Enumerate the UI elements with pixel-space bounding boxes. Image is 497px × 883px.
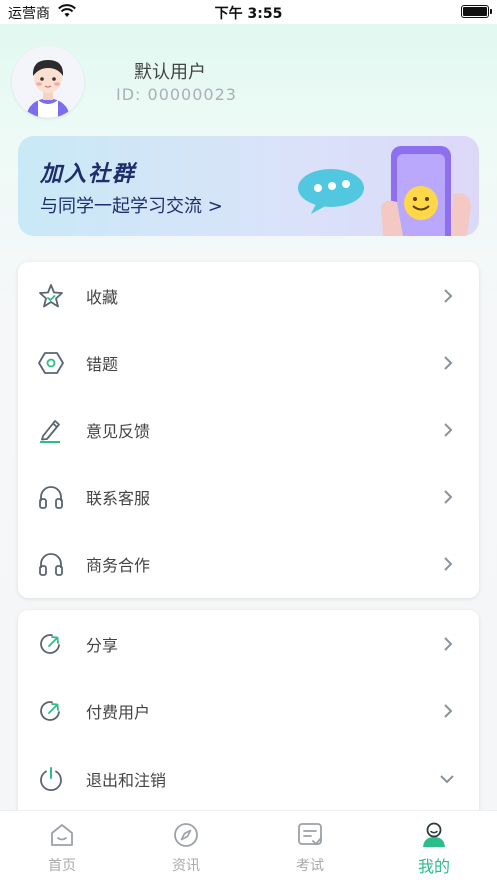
tab-bar: 首页 资讯 考试 我的 [0,810,497,883]
menu-item-label: 分享 [86,636,119,655]
chevron-right-icon [444,356,453,370]
menu-item-label: 意见反馈 [86,422,151,441]
menu-item-business[interactable]: 商务合作 [18,530,479,597]
menu-item-logout[interactable]: 退出和注销 [18,745,479,812]
tab-label: 资讯 [172,858,200,874]
menu-item-favorites[interactable]: 收藏 [18,262,479,329]
chevron-right-icon [444,289,453,303]
menu-item-label: 付费用户 [86,703,151,722]
chevron-right-icon [444,423,453,437]
tab-news[interactable]: 资讯 [124,811,248,883]
chevron-right-icon [444,704,453,718]
pencil-icon [40,420,60,443]
share-icon [40,634,60,654]
headphones-icon [39,486,63,509]
phone-chat-illustration-icon [298,146,471,236]
menu-item-share[interactable]: 分享 [18,610,479,677]
headphones-icon [39,553,63,576]
chevron-right-icon [444,490,453,504]
star-icon [39,284,63,308]
chevron-down-icon [440,775,454,784]
share-icon [40,701,60,721]
menu-card-primary: 收藏 错题 意见反馈 联系客服 商务合作 [18,262,479,598]
join-community-banner[interactable]: 加入社群 与同学一起学习交流 > [18,136,479,236]
tab-label: 我的 [417,857,450,876]
chevron-right-icon [444,637,453,651]
tab-label: 首页 [48,858,76,874]
menu-item-label: 退出和注销 [86,771,167,790]
menu-item-label: 收藏 [86,288,119,307]
menu-item-feedback[interactable]: 意见反馈 [18,396,479,463]
menu-item-paid-user[interactable]: 付费用户 [18,677,479,744]
chevron-right-icon [444,557,453,571]
avatar-illustration-icon [12,46,84,118]
clock: 下午 3:55 [214,6,283,22]
power-icon [40,767,62,792]
menu-card-secondary: 分享 付费用户 退出和注销 [18,610,479,820]
tab-home[interactable]: 首页 [0,811,124,883]
home-icon [51,824,73,846]
banner-title: 加入社群 [40,162,137,187]
tab-exam[interactable]: 考试 [248,811,372,883]
status-bar: 运营商 下午 3:55 [0,0,497,24]
menu-item-customer-service[interactable]: 联系客服 [18,463,479,530]
exam-icon [298,823,322,846]
menu-item-label: 商务合作 [86,556,151,575]
tab-label: 考试 [296,858,324,874]
menu-item-mistakes[interactable]: 错题 [18,329,479,396]
banner-subtitle: 与同学一起学习交流 > [40,196,223,217]
menu-item-label: 错题 [86,355,119,374]
username: 默认用户 [134,62,206,83]
battery-icon [461,5,492,18]
tab-mine[interactable]: 我的 [372,811,496,883]
avatar[interactable] [12,46,84,118]
menu-item-label: 联系客服 [86,489,151,508]
hexagon-icon [38,352,64,374]
compass-icon [174,823,198,847]
user-id: ID: 00000023 [116,85,237,104]
user-icon [423,822,445,847]
